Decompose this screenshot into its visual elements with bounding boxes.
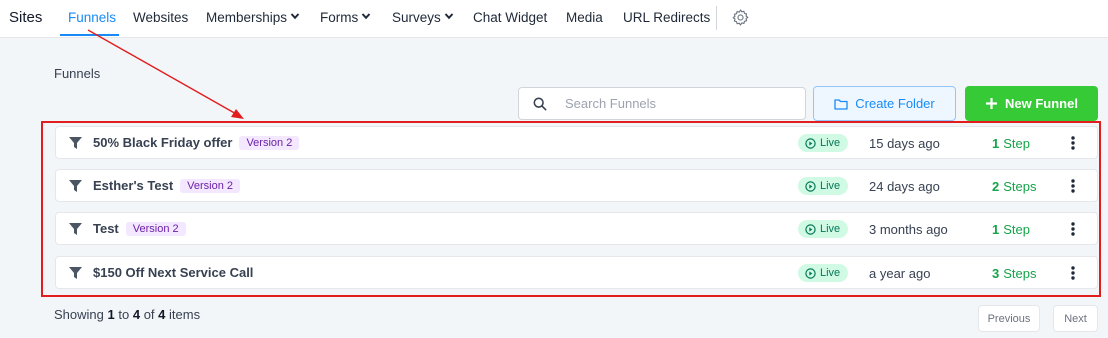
step-count: 1 Step bbox=[992, 222, 1030, 237]
status-label: Live bbox=[820, 267, 841, 279]
step-number: 1 bbox=[992, 136, 1000, 151]
showing-prefix: Showing bbox=[54, 307, 104, 322]
more-options-icon[interactable] bbox=[1067, 135, 1079, 151]
funnel-row[interactable]: Esther's Test Version 2 Live 24 days ago … bbox=[55, 169, 1098, 202]
tab-memberships-label: Memberships bbox=[206, 10, 288, 25]
version-badge: Version 2 bbox=[125, 222, 186, 236]
more-options-icon[interactable] bbox=[1067, 178, 1079, 194]
chevron-down-icon bbox=[362, 13, 371, 20]
step-label: Step bbox=[1003, 136, 1030, 151]
version-badge: Version 2 bbox=[239, 136, 300, 150]
folder-icon bbox=[834, 98, 848, 110]
chevron-down-icon bbox=[290, 13, 300, 20]
nav-divider bbox=[716, 6, 717, 30]
tab-url-redirects[interactable]: URL Redirects bbox=[623, 0, 710, 36]
step-count: 2 Steps bbox=[992, 179, 1036, 194]
items-word: items bbox=[169, 307, 201, 322]
funnel-name-cell: $150 Off Next Service Call bbox=[93, 265, 253, 280]
play-circle-icon bbox=[805, 223, 816, 235]
section-title: Funnels bbox=[54, 66, 101, 81]
step-number: 1 bbox=[992, 222, 1000, 237]
funnel-icon bbox=[69, 223, 82, 235]
play-circle-icon bbox=[805, 180, 816, 192]
funnel-name[interactable]: $150 Off Next Service Call bbox=[93, 265, 253, 280]
updated-time: a year ago bbox=[869, 266, 931, 281]
search-input[interactable] bbox=[565, 88, 795, 119]
previous-page-button[interactable]: Previous bbox=[978, 305, 1040, 332]
search-icon bbox=[533, 97, 547, 111]
to-word: to bbox=[118, 307, 130, 322]
play-circle-icon bbox=[805, 137, 816, 149]
total-count: 4 bbox=[158, 307, 166, 322]
tab-websites[interactable]: Websites bbox=[133, 0, 188, 36]
tab-forms[interactable]: Forms bbox=[320, 0, 371, 36]
new-funnel-label: New Funnel bbox=[1005, 96, 1078, 111]
status-label: Live bbox=[820, 137, 841, 149]
funnel-row[interactable]: Test Version 2 Live 3 months ago 1 Step bbox=[55, 212, 1098, 245]
tab-surveys[interactable]: Surveys bbox=[392, 0, 454, 36]
tab-funnels[interactable]: Funnels bbox=[68, 0, 116, 36]
gear-icon[interactable] bbox=[731, 8, 750, 27]
next-page-button[interactable]: Next bbox=[1053, 305, 1098, 332]
status-badge: Live bbox=[798, 220, 849, 238]
funnel-name-cell: Test Version 2 bbox=[93, 221, 186, 236]
active-tab-indicator bbox=[60, 34, 119, 36]
status-label: Live bbox=[820, 223, 841, 235]
step-label: Steps bbox=[1003, 266, 1037, 281]
tab-memberships[interactable]: Memberships bbox=[206, 0, 300, 36]
app-title: Sites bbox=[9, 9, 43, 26]
step-label: Step bbox=[1003, 222, 1030, 237]
play-circle-icon bbox=[805, 267, 816, 279]
step-count: 1 Step bbox=[992, 136, 1030, 151]
version-badge: Version 2 bbox=[180, 179, 241, 193]
chevron-down-icon bbox=[444, 13, 454, 20]
funnel-name[interactable]: 50% Black Friday offer bbox=[93, 135, 232, 150]
range-end: 4 bbox=[132, 307, 141, 322]
status-label: Live bbox=[820, 180, 841, 192]
step-count: 3 Steps bbox=[992, 266, 1036, 281]
status-badge: Live bbox=[798, 134, 849, 152]
create-folder-button[interactable]: Create Folder bbox=[813, 86, 956, 121]
search-box bbox=[518, 87, 806, 120]
funnel-name[interactable]: Test bbox=[93, 221, 119, 236]
of-word: of bbox=[143, 307, 155, 322]
updated-time: 3 months ago bbox=[869, 222, 948, 237]
funnel-name[interactable]: Esther's Test bbox=[93, 178, 173, 193]
funnel-icon bbox=[69, 180, 82, 192]
new-funnel-button[interactable]: New Funnel bbox=[965, 86, 1098, 121]
tab-forms-label: Forms bbox=[320, 10, 359, 25]
tab-media[interactable]: Media bbox=[566, 0, 603, 36]
plus-icon bbox=[986, 98, 998, 109]
tab-surveys-label: Surveys bbox=[392, 10, 441, 25]
funnel-row[interactable]: 50% Black Friday offer Version 2 Live 15 … bbox=[55, 126, 1098, 159]
top-navigation: Sites Funnels Websites Memberships Forms… bbox=[0, 0, 1108, 38]
create-folder-label: Create Folder bbox=[855, 96, 935, 111]
updated-time: 15 days ago bbox=[869, 136, 940, 151]
updated-time: 24 days ago bbox=[869, 179, 940, 194]
funnel-name-cell: 50% Black Friday offer Version 2 bbox=[93, 135, 300, 150]
more-options-icon[interactable] bbox=[1067, 221, 1079, 237]
funnel-icon bbox=[69, 267, 82, 279]
funnel-name-cell: Esther's Test Version 2 bbox=[93, 178, 241, 193]
step-label: Steps bbox=[1003, 179, 1037, 194]
pagination-summary: Showing 1 to 4 of 4 items bbox=[54, 307, 200, 322]
status-badge: Live bbox=[798, 177, 849, 195]
funnel-icon bbox=[69, 137, 82, 149]
tab-chat-widget[interactable]: Chat Widget bbox=[473, 0, 547, 36]
more-options-icon[interactable] bbox=[1067, 265, 1079, 281]
step-number: 3 bbox=[992, 266, 1000, 281]
range-start: 1 bbox=[107, 307, 115, 322]
funnel-row[interactable]: $150 Off Next Service Call Live a year a… bbox=[55, 256, 1098, 289]
step-number: 2 bbox=[992, 179, 1000, 194]
status-badge: Live bbox=[798, 264, 849, 282]
